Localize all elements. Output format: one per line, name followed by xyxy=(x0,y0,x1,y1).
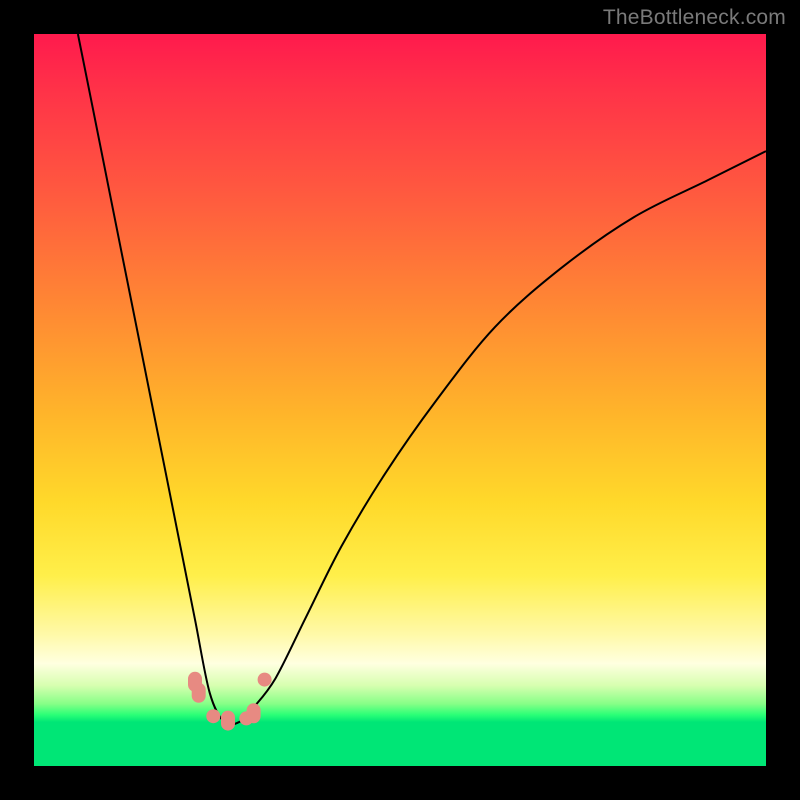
watermark-text: TheBottleneck.com xyxy=(603,6,786,30)
plot-area xyxy=(34,34,766,766)
outer-frame: TheBottleneck.com xyxy=(0,0,800,800)
bottleneck-curve xyxy=(34,34,766,766)
